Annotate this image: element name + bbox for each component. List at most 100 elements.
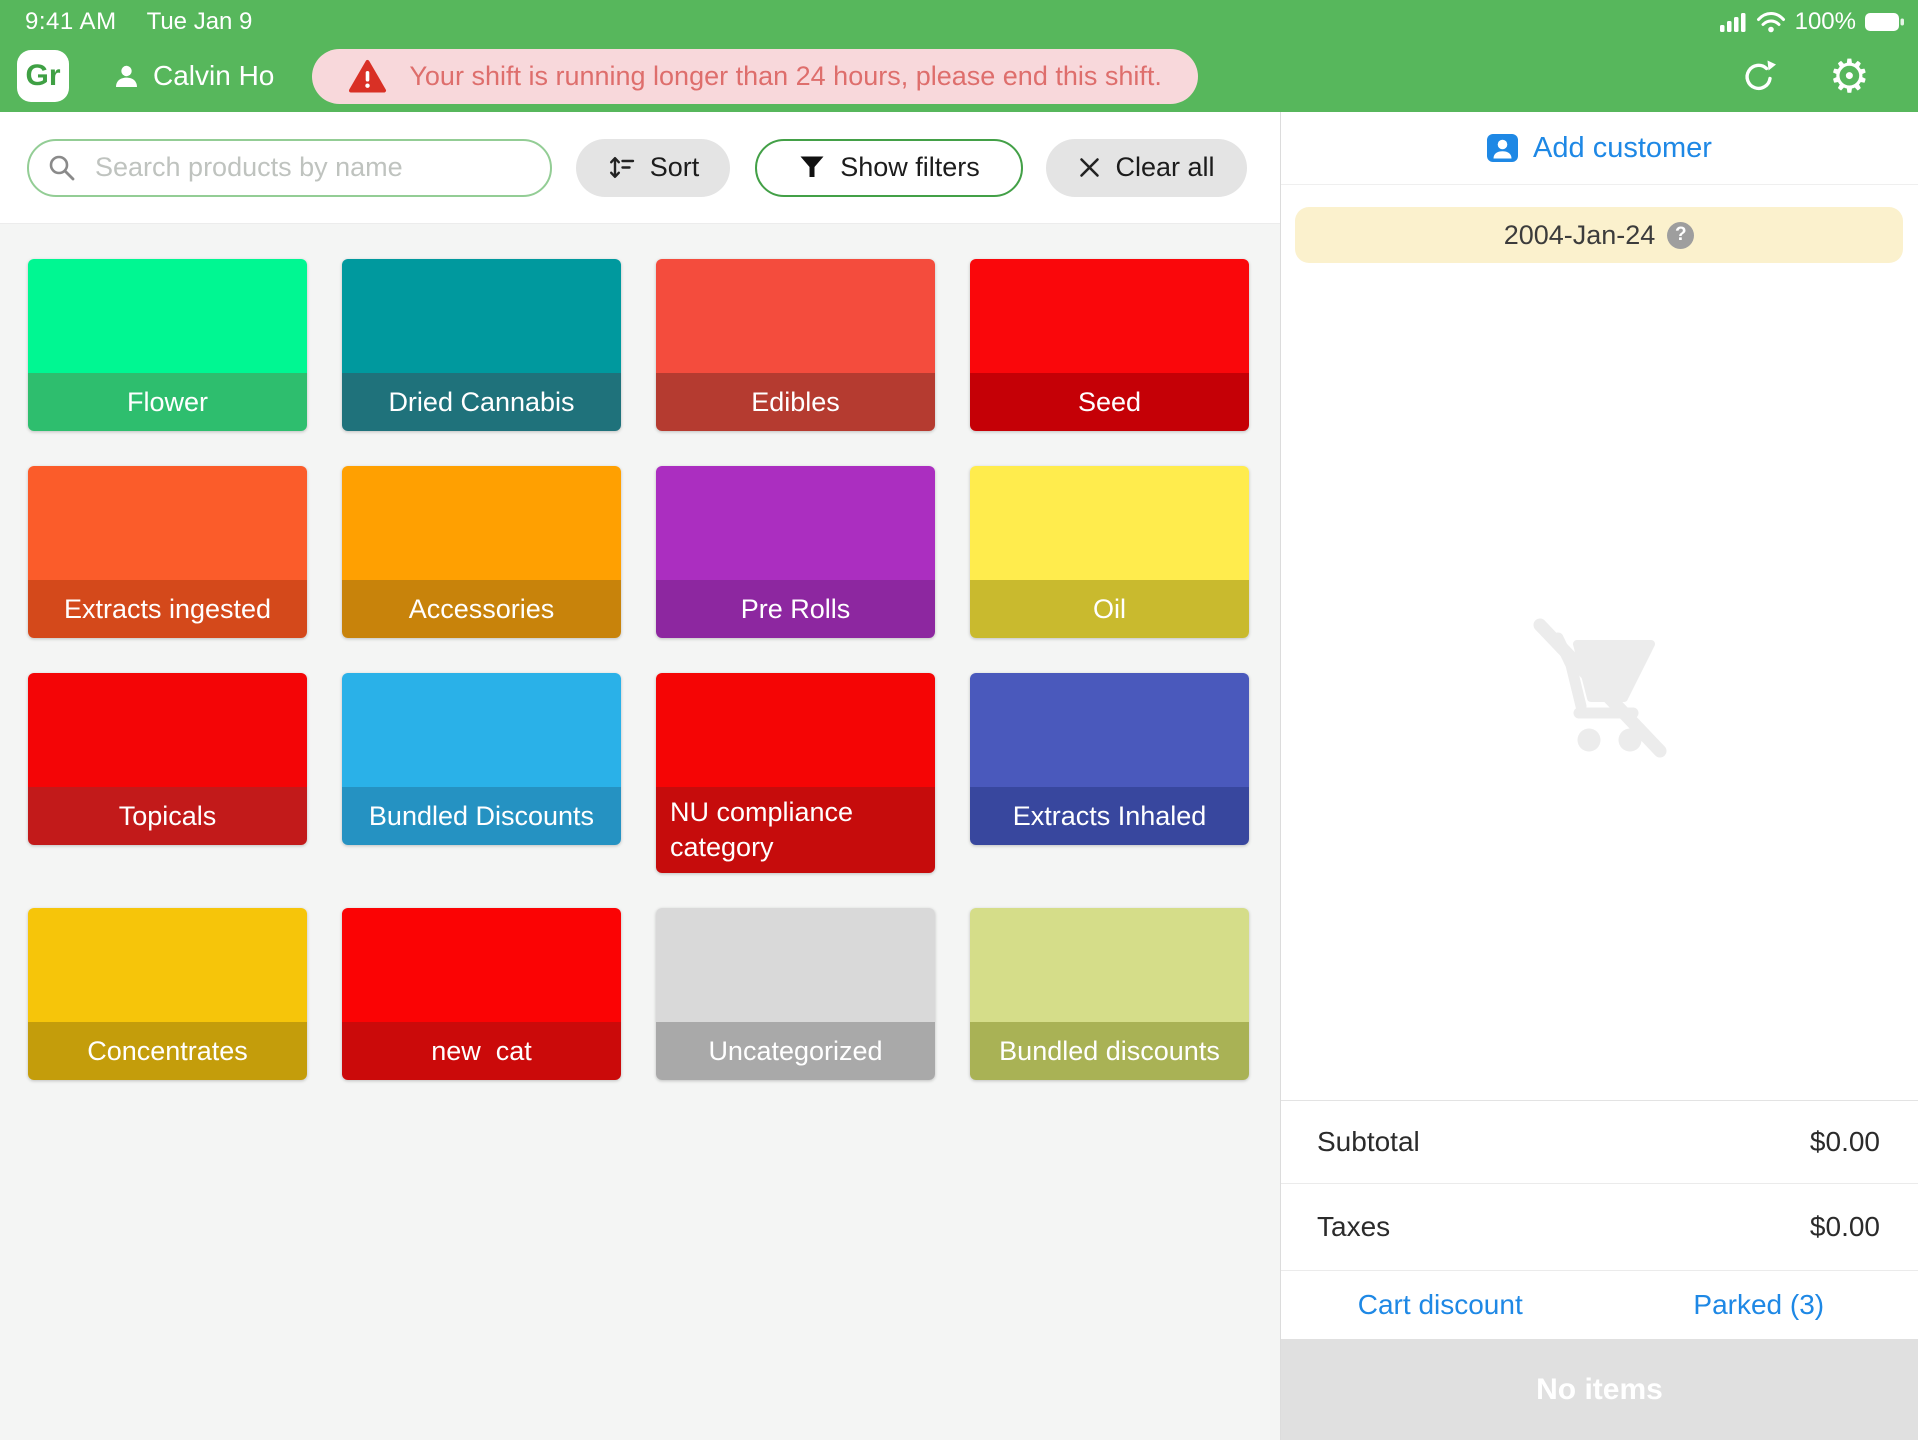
clear-all-label: Clear all xyxy=(1115,152,1214,183)
tile-label-band: Uncategorized xyxy=(656,1022,935,1080)
tile-label: Accessories xyxy=(409,592,555,627)
category-tile[interactable]: Accessories xyxy=(342,466,621,638)
no-items-label: No items xyxy=(1536,1373,1663,1407)
help-icon[interactable]: ? xyxy=(1667,222,1694,249)
tile-color-area xyxy=(28,259,307,373)
tile-color-area xyxy=(970,908,1249,1022)
category-tile[interactable]: Extracts Inhaled xyxy=(970,673,1249,845)
tile-label-band: Edibles xyxy=(656,373,935,431)
search-icon xyxy=(47,153,77,183)
tile-color-area xyxy=(28,673,307,787)
tile-color-area xyxy=(28,908,307,1022)
search-box[interactable] xyxy=(27,139,552,197)
wifi-icon xyxy=(1756,11,1786,33)
tile-label-band: Accessories xyxy=(342,580,621,638)
tile-label: Seed xyxy=(1078,385,1141,420)
products-toolbar: Sort Show filters xyxy=(0,112,1280,224)
tile-color-area xyxy=(342,259,621,373)
cart-discount-link[interactable]: Cart discount xyxy=(1358,1289,1523,1321)
tile-label-band: Extracts Inhaled xyxy=(970,787,1249,845)
category-tile[interactable]: Uncategorized xyxy=(656,908,935,1080)
category-tile[interactable]: new cat xyxy=(342,908,621,1080)
category-tile[interactable]: Extracts ingested xyxy=(28,466,307,638)
add-customer-label: Add customer xyxy=(1533,132,1712,165)
tile-label: Flower xyxy=(127,385,208,420)
tile-label: Concentrates xyxy=(87,1034,248,1069)
tile-label-band: Bundled discounts xyxy=(970,1022,1249,1080)
pos-app: 9:41 AM Tue Jan 9 xyxy=(0,0,1918,1440)
settings-gear-icon[interactable]: ⚙ xyxy=(1829,54,1870,98)
tile-label-band: Topicals xyxy=(28,787,307,845)
tile-label-band: Bundled Discounts xyxy=(342,787,621,845)
sort-label: Sort xyxy=(650,152,700,183)
parked-link[interactable]: Parked (3) xyxy=(1693,1289,1824,1321)
tile-color-area xyxy=(656,466,935,580)
shift-date: 2004-Jan-24 xyxy=(1504,220,1656,251)
tile-color-area xyxy=(342,466,621,580)
header-row: Gr Calvin Ho Your xyxy=(0,38,1918,114)
category-tile[interactable]: Edibles xyxy=(656,259,935,431)
warning-triangle-icon xyxy=(348,59,387,94)
current-user-button[interactable]: Calvin Ho xyxy=(113,60,274,92)
tile-label: Bundled discounts xyxy=(999,1034,1220,1069)
sort-icon xyxy=(607,153,636,182)
totals-section: Subtotal $0.00 Taxes $0.00 Cart discount… xyxy=(1281,1100,1918,1339)
greenline-logo[interactable]: Gr xyxy=(17,50,69,102)
refresh-icon[interactable] xyxy=(1740,58,1777,95)
tile-label-band: Concentrates xyxy=(28,1022,307,1080)
category-grid: Flower Dried Cannabis Edibles Seed Extracts … xyxy=(0,224,1280,1080)
contact-card-icon xyxy=(1487,134,1518,162)
cart-panel: Add customer 2004-Jan-24 ? xyxy=(1280,112,1918,1440)
tile-label: Edibles xyxy=(751,385,840,420)
tile-label-band: Dried Cannabis xyxy=(342,373,621,431)
category-tile[interactable]: Pre Rolls xyxy=(656,466,935,638)
empty-cart-area xyxy=(1281,277,1918,1100)
category-tile[interactable]: Oil xyxy=(970,466,1249,638)
tile-color-area xyxy=(656,673,935,787)
tile-color-area xyxy=(970,259,1249,373)
tile-label: Dried Cannabis xyxy=(388,385,574,420)
tile-color-area xyxy=(342,908,621,1022)
tile-label: Extracts ingested xyxy=(64,592,271,627)
shift-date-badge[interactable]: 2004-Jan-24 ? xyxy=(1295,207,1903,263)
category-tile[interactable]: Seed xyxy=(970,259,1249,431)
tile-label-band: NU compliance category xyxy=(656,787,935,873)
warning-text: Your shift is running longer than 24 hou… xyxy=(409,61,1161,92)
category-tile[interactable]: Bundled discounts xyxy=(970,908,1249,1080)
tile-label: Pre Rolls xyxy=(741,592,851,627)
category-tile[interactable]: Concentrates xyxy=(28,908,307,1080)
products-panel: Sort Show filters xyxy=(0,112,1280,1440)
category-tile[interactable]: Dried Cannabis xyxy=(342,259,621,431)
tile-label: Topicals xyxy=(119,799,217,834)
tile-color-area xyxy=(342,673,621,787)
close-icon xyxy=(1078,156,1101,179)
tile-color-area xyxy=(28,466,307,580)
category-tile[interactable]: Flower xyxy=(28,259,307,431)
tile-label-band: Extracts ingested xyxy=(28,580,307,638)
tile-label-band: Pre Rolls xyxy=(656,580,935,638)
tile-label-band: Oil xyxy=(970,580,1249,638)
taxes-row: Taxes $0.00 xyxy=(1281,1184,1918,1271)
taxes-label: Taxes xyxy=(1317,1211,1390,1243)
category-tile[interactable]: Topicals xyxy=(28,673,307,845)
subtotal-row: Subtotal $0.00 xyxy=(1281,1101,1918,1184)
category-tile[interactable]: NU compliance category xyxy=(656,673,935,873)
no-items-bar: No items xyxy=(1281,1339,1918,1440)
add-customer-button[interactable]: Add customer xyxy=(1281,112,1918,185)
clear-all-button[interactable]: Clear all xyxy=(1046,139,1247,197)
battery-percentage: 100% xyxy=(1795,8,1856,36)
tile-label: Uncategorized xyxy=(708,1034,882,1069)
show-filters-button[interactable]: Show filters xyxy=(755,139,1023,197)
filter-funnel-icon xyxy=(798,154,826,181)
tile-color-area xyxy=(656,908,935,1022)
search-input[interactable] xyxy=(93,151,550,184)
battery-icon xyxy=(1865,12,1905,32)
show-filters-label: Show filters xyxy=(840,152,980,183)
taxes-value: $0.00 xyxy=(1810,1211,1880,1243)
tile-color-area xyxy=(970,466,1249,580)
tile-color-area xyxy=(970,673,1249,787)
shift-warning-banner: Your shift is running longer than 24 hou… xyxy=(312,49,1197,104)
sort-button[interactable]: Sort xyxy=(576,139,730,197)
category-tile[interactable]: Bundled Discounts xyxy=(342,673,621,845)
status-date: Tue Jan 9 xyxy=(147,8,253,36)
